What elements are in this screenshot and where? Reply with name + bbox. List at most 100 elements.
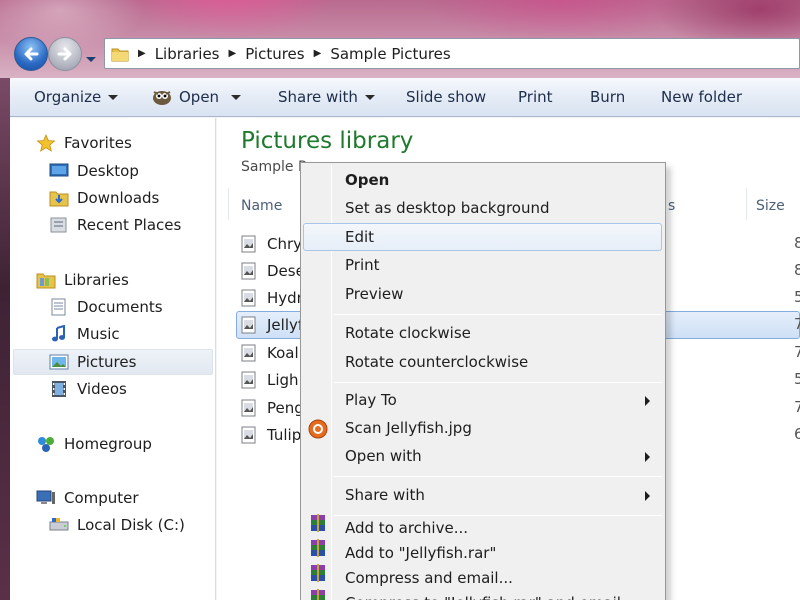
column-header-name[interactable]: Name — [241, 198, 282, 214]
menu-item-add-to-rar[interactable]: Add to "Jellyfish.rar" — [345, 544, 496, 562]
open-button[interactable]: Open — [151, 88, 242, 106]
image-file-icon — [241, 289, 256, 306]
breadcrumb-separator[interactable]: ▶ — [229, 48, 237, 59]
image-file-icon — [241, 316, 256, 333]
file-row[interactable]: Koal — [241, 339, 299, 366]
breadcrumb-libraries[interactable]: Libraries — [155, 45, 220, 63]
breadcrumb-pictures[interactable]: Pictures — [245, 45, 304, 63]
menu-item-edit[interactable]: Edit — [345, 228, 374, 246]
menu-item-open[interactable]: Open — [345, 171, 389, 189]
menu-item-rotate-counterclockwise[interactable]: Rotate counterclockwise — [345, 353, 528, 371]
open-label: Open — [179, 88, 220, 106]
menu-item-rotate-clockwise[interactable]: Rotate clockwise — [345, 324, 471, 342]
sidebar-item-videos[interactable]: Videos — [49, 380, 127, 398]
sidebar-item-libraries[interactable]: Libraries — [36, 271, 129, 289]
file-row[interactable]: Chry — [241, 230, 302, 257]
sidebar-item-documents[interactable]: Documents — [49, 298, 163, 316]
organize-label: Organize — [34, 88, 102, 106]
column-header-size[interactable]: Size — [756, 198, 785, 214]
file-size: 7 — [794, 343, 800, 361]
file-row[interactable]: Peng — [241, 394, 304, 421]
menu-item-play-to[interactable]: Play To — [345, 391, 397, 409]
chevron-down-icon — [364, 94, 375, 100]
pictures-icon — [49, 354, 69, 370]
file-row[interactable]: Tulip — [241, 421, 301, 448]
sidebar-item-computer[interactable]: Computer — [36, 489, 139, 507]
file-size: 7 — [794, 315, 800, 333]
sidebar-item-homegroup[interactable]: Homegroup — [36, 435, 152, 453]
menu-item-preview[interactable]: Preview — [345, 285, 403, 303]
new-folder-button[interactable]: New folder — [661, 88, 742, 106]
share-with-label: Share with — [278, 88, 358, 106]
menu-separator — [334, 314, 662, 315]
back-button[interactable] — [14, 37, 48, 71]
sidebar-item-label: Videos — [77, 380, 127, 398]
menu-separator — [334, 515, 662, 516]
share-with-button[interactable]: Share with — [278, 88, 375, 106]
image-file-icon — [241, 262, 256, 279]
menu-item-scan[interactable]: Scan Jellyfish.jpg — [345, 419, 472, 437]
organize-button[interactable]: Organize — [34, 88, 119, 106]
print-button[interactable]: Print — [518, 88, 553, 106]
file-row[interactable]: Dese — [241, 257, 305, 284]
sidebar-item-desktop[interactable]: Desktop — [49, 162, 139, 180]
file-name: Peng — [267, 398, 304, 417]
forward-button[interactable] — [48, 37, 82, 71]
sidebar-item-label: Music — [77, 325, 120, 343]
downloads-folder-icon — [49, 191, 69, 207]
sidebar-item-label: Favorites — [64, 134, 132, 152]
file-name: Ligh — [267, 370, 299, 389]
desktop-icon — [49, 163, 69, 177]
library-includes-link[interactable]: Sample P — [241, 159, 306, 175]
sidebar-item-local-disk[interactable]: Local Disk (C:) — [49, 516, 185, 534]
winrar-icon — [311, 589, 325, 600]
file-name: Hydr — [267, 288, 303, 307]
menu-item-add-to-archive[interactable]: Add to archive... — [345, 519, 468, 537]
image-file-icon — [241, 344, 256, 361]
sidebar-item-pictures[interactable]: Pictures — [49, 353, 136, 371]
command-bar: Organize Open Share with Slide show Prin… — [10, 78, 800, 117]
menu-item-share-with[interactable]: Share with — [345, 486, 425, 504]
burn-button[interactable]: Burn — [590, 88, 625, 106]
menu-item-compress-to-rar-and-email[interactable]: Compress to "Jellyfish.rar" and email — [345, 594, 621, 600]
sidebar-item-label: Homegroup — [64, 435, 152, 453]
image-file-icon — [241, 399, 256, 416]
file-size: 6 — [794, 425, 800, 443]
menu-item-open-with[interactable]: Open with — [345, 447, 422, 465]
menu-item-print[interactable]: Print — [345, 256, 380, 274]
breadcrumb-separator[interactable]: ▶ — [138, 48, 146, 59]
file-row[interactable]: Jellyf — [241, 311, 303, 338]
sidebar-item-label: Recent Places — [77, 216, 182, 234]
videos-filmstrip-icon — [52, 381, 66, 397]
chevron-down-icon — [86, 57, 96, 62]
breadcrumb-separator[interactable]: ▶ — [314, 48, 322, 59]
context-menu: Open Set as desktop background Edit Prin… — [300, 162, 666, 600]
menu-item-set-desktop-background[interactable]: Set as desktop background — [345, 199, 550, 217]
file-size: 5 — [794, 288, 800, 306]
file-name: Koal — [267, 343, 299, 362]
homegroup-icon — [38, 437, 54, 452]
winrar-icon — [311, 564, 325, 582]
folder-icon — [111, 48, 129, 61]
address-bar[interactable]: ▶ Libraries ▶ Pictures ▶ Sample Pictures — [104, 38, 800, 69]
submenu-arrow-icon — [645, 491, 650, 501]
chevron-down-icon — [108, 94, 119, 100]
slide-show-button[interactable]: Slide show — [406, 88, 486, 106]
sidebar-item-music[interactable]: Music — [49, 325, 120, 343]
image-file-icon — [241, 371, 256, 388]
sidebar-item-label: Desktop — [77, 162, 139, 180]
recent-pages-dropdown[interactable] — [86, 48, 96, 66]
forward-arrow-icon — [57, 47, 72, 61]
sidebar-item-favorites[interactable]: Favorites — [36, 134, 132, 152]
sidebar-item-recent-places[interactable]: Recent Places — [49, 216, 181, 234]
menu-item-compress-and-email[interactable]: Compress and email... — [345, 569, 513, 587]
sidebar-item-label: Local Disk (C:) — [77, 516, 185, 534]
breadcrumb-sample-pictures[interactable]: Sample Pictures — [330, 45, 450, 63]
sidebar-item-downloads[interactable]: Downloads — [49, 189, 159, 207]
gimp-app-icon — [153, 91, 171, 105]
file-row[interactable]: Ligh — [241, 366, 299, 393]
file-name: Tulip — [267, 425, 302, 444]
libraries-icon — [36, 273, 56, 289]
sidebar-item-label: Pictures — [77, 353, 137, 371]
file-row[interactable]: Hydr — [241, 284, 303, 311]
